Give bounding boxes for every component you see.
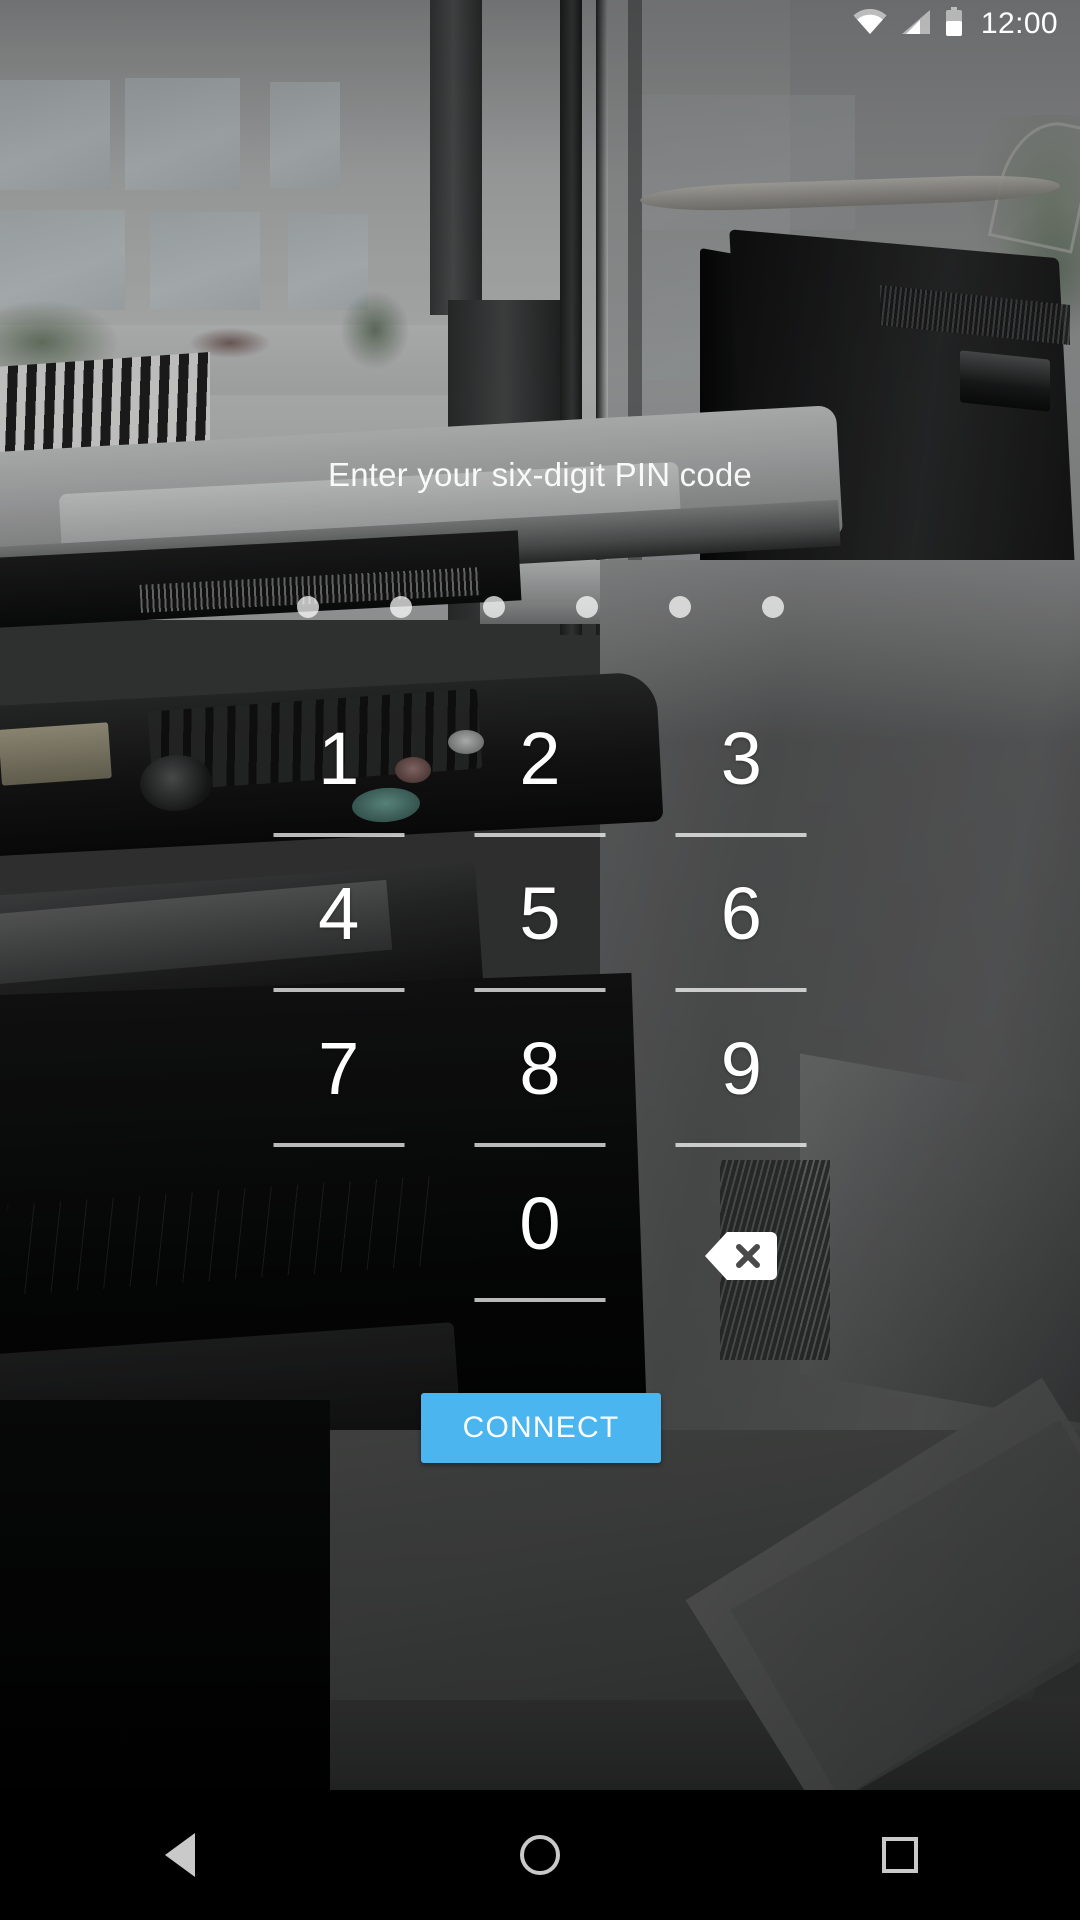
key-label: 1	[318, 717, 360, 800]
key-8[interactable]: 8	[439, 1026, 640, 1181]
key-4[interactable]: 4	[238, 871, 439, 1026]
pin-dot	[482, 596, 505, 618]
nav-recents-button[interactable]	[830, 1790, 970, 1920]
recents-icon	[882, 1837, 918, 1873]
nav-back-button[interactable]	[110, 1790, 250, 1920]
key-label: 7	[318, 1027, 360, 1110]
pin-entry-screen: 12:00 Enter your six-digit PIN code 1 2	[0, 0, 1080, 1920]
key-underline	[273, 1143, 405, 1147]
pin-dot	[389, 596, 412, 618]
key-label: 4	[318, 872, 360, 955]
back-icon	[165, 1833, 195, 1877]
key-underline	[675, 988, 807, 992]
key-1[interactable]: 1	[238, 716, 439, 871]
system-navigation-bar	[0, 1790, 1080, 1920]
key-underline	[474, 988, 606, 992]
battery-icon	[945, 6, 963, 42]
key-underline	[474, 1143, 606, 1147]
key-6[interactable]: 6	[641, 871, 842, 1026]
pin-prompt-text: Enter your six-digit PIN code	[328, 456, 752, 493]
nav-home-button[interactable]	[470, 1790, 610, 1920]
key-underline	[675, 833, 807, 837]
key-7[interactable]: 7	[238, 1026, 439, 1181]
key-label: 0	[519, 1182, 561, 1265]
key-2[interactable]: 2	[439, 716, 640, 871]
pin-indicator	[0, 596, 1080, 618]
pin-dot	[668, 596, 691, 618]
key-blank	[238, 1181, 439, 1336]
key-label: 9	[720, 1027, 762, 1110]
pin-dot	[575, 596, 598, 618]
key-label: 8	[519, 1027, 561, 1110]
key-underline	[675, 1143, 807, 1147]
key-9[interactable]: 9	[641, 1026, 842, 1181]
key-label: 6	[720, 872, 762, 955]
pin-dot	[761, 596, 784, 618]
numeric-keypad: 1 2 3 4 5 6 7 8 9 0	[238, 716, 842, 1336]
key-5[interactable]: 5	[439, 871, 640, 1026]
home-icon	[520, 1835, 560, 1875]
connect-button[interactable]: CONNECT	[421, 1393, 661, 1463]
key-underline	[474, 833, 606, 837]
key-3[interactable]: 3	[641, 716, 842, 871]
key-backspace[interactable]	[641, 1181, 842, 1336]
pin-dot	[296, 596, 319, 618]
key-underline	[273, 988, 405, 992]
key-label: 2	[519, 717, 561, 800]
key-0[interactable]: 0	[439, 1181, 640, 1336]
status-bar: 12:00	[0, 0, 1080, 48]
key-label: 3	[720, 717, 762, 800]
status-bar-clock: 12:00	[980, 7, 1058, 40]
cellular-signal-icon	[901, 9, 931, 40]
backspace-icon	[705, 1230, 778, 1282]
wifi-icon	[853, 8, 887, 40]
key-label: 5	[519, 872, 561, 955]
key-underline	[273, 833, 405, 837]
key-underline	[474, 1298, 606, 1302]
